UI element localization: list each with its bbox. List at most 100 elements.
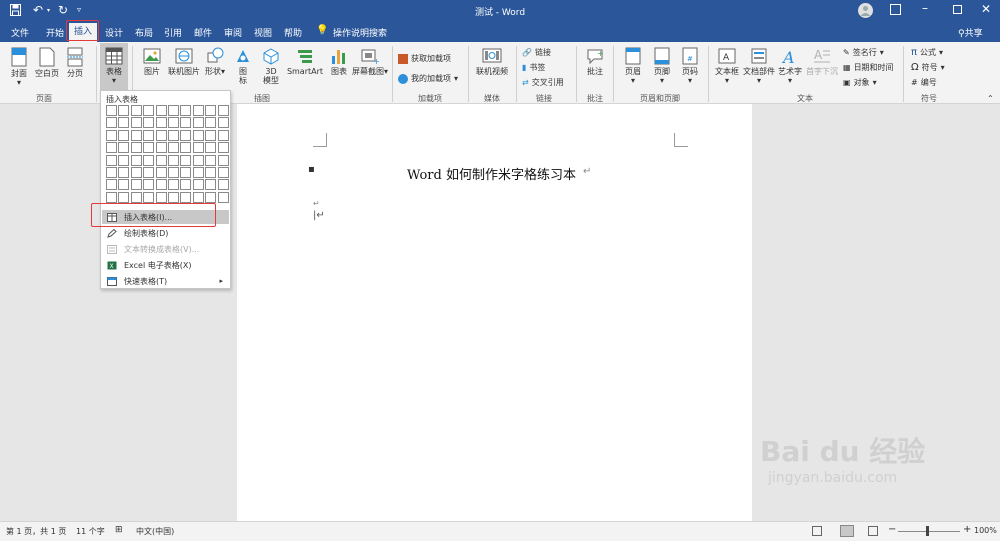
- table-grid-cell[interactable]: [118, 154, 130, 166]
- read-mode-icon[interactable]: [812, 526, 822, 536]
- comment-button[interactable]: + 批注: [583, 47, 607, 76]
- tab-help[interactable]: 帮助: [284, 26, 302, 39]
- table-grid-cell[interactable]: [155, 191, 167, 203]
- symbol-button[interactable]: Ω 符号 ▾: [911, 62, 945, 73]
- table-grid-cell[interactable]: [167, 129, 179, 141]
- link-button[interactable]: 🔗 链接: [522, 47, 551, 58]
- table-grid-cell[interactable]: [205, 166, 217, 178]
- table-grid-cell[interactable]: [217, 191, 229, 203]
- share-button[interactable]: ⚲共享: [958, 26, 983, 39]
- table-grid-cell[interactable]: [155, 129, 167, 141]
- table-grid-cell[interactable]: [155, 179, 167, 191]
- drop-cap-button[interactable]: A 首字下沉: [806, 47, 838, 76]
- table-grid-cell[interactable]: [180, 142, 192, 154]
- table-grid-cell[interactable]: [155, 105, 167, 116]
- language-indicator[interactable]: 中文(中国): [136, 526, 174, 537]
- table-grid-cell[interactable]: [192, 191, 204, 203]
- quick-parts-button[interactable]: 文档部件 ▾: [743, 47, 775, 85]
- date-time-button[interactable]: ▦ 日期和时间: [843, 62, 894, 73]
- table-grid-cell[interactable]: [118, 129, 130, 141]
- table-grid-cell[interactable]: [118, 166, 130, 178]
- table-grid-cell[interactable]: [106, 179, 117, 191]
- table-button[interactable]: 表格 ▾: [101, 47, 127, 85]
- document-heading[interactable]: Word 如何制作米字格练习本: [407, 164, 576, 183]
- proofing-icon[interactable]: ⊞: [115, 525, 123, 535]
- table-grid-cell[interactable]: [143, 154, 155, 166]
- menu-text-to-table[interactable]: 文本转换成表格(V)...: [102, 242, 229, 256]
- table-grid-cell[interactable]: [180, 117, 192, 129]
- table-grid-cell[interactable]: [205, 179, 217, 191]
- table-grid-cell[interactable]: [130, 142, 142, 154]
- header-button[interactable]: 页眉 ▾: [622, 47, 644, 85]
- table-grid-cell[interactable]: [167, 179, 179, 191]
- table-grid-cell[interactable]: [205, 154, 217, 166]
- shapes-button[interactable]: 形状▾: [204, 47, 226, 76]
- wordart-button[interactable]: A 艺术字 ▾: [777, 47, 803, 85]
- table-grid-cell[interactable]: [155, 117, 167, 129]
- numbering-button[interactable]: # 编号: [911, 77, 937, 88]
- menu-quick-tables[interactable]: 快速表格(T) ▸: [102, 274, 229, 288]
- table-grid-cell[interactable]: [217, 142, 229, 154]
- table-grid-cell[interactable]: [130, 129, 142, 141]
- table-grid-cell[interactable]: [180, 154, 192, 166]
- online-video-button[interactable]: 联机视频: [474, 47, 510, 76]
- table-grid-cell[interactable]: [217, 105, 229, 116]
- tab-mailings[interactable]: 邮件: [194, 26, 212, 39]
- table-grid-cell[interactable]: [143, 105, 155, 116]
- table-grid-cell[interactable]: [217, 129, 229, 141]
- table-grid-cell[interactable]: [106, 105, 117, 116]
- table-grid-cell[interactable]: [167, 117, 179, 129]
- table-grid-cell[interactable]: [192, 166, 204, 178]
- tab-view[interactable]: 视图: [254, 26, 272, 39]
- table-grid-cell[interactable]: [167, 166, 179, 178]
- table-grid-cell[interactable]: [205, 129, 217, 141]
- zoom-in-icon[interactable]: +: [963, 524, 971, 535]
- zoom-level[interactable]: 100%: [974, 526, 997, 535]
- bookmark-button[interactable]: ▮ 书签: [522, 62, 545, 73]
- 3d-models-button[interactable]: 3D 模型: [260, 47, 282, 85]
- table-grid-cell[interactable]: [118, 142, 130, 154]
- table-grid-cell[interactable]: [130, 166, 142, 178]
- table-grid-cell[interactable]: [205, 105, 217, 116]
- my-addins-button[interactable]: 我的加载项 ▾: [398, 73, 458, 84]
- object-button[interactable]: ▣ 对象 ▾: [843, 77, 877, 88]
- table-grid-cell[interactable]: [106, 117, 117, 129]
- zoom-slider-thumb[interactable]: [926, 526, 929, 536]
- screenshot-button[interactable]: + 屏幕截图▾: [352, 47, 388, 76]
- page-number-button[interactable]: # 页码 ▾: [679, 47, 701, 85]
- table-grid-cell[interactable]: [155, 154, 167, 166]
- cross-reference-button[interactable]: ⇄ 交叉引用: [522, 77, 564, 88]
- table-grid-cell[interactable]: [143, 129, 155, 141]
- page-break-button[interactable]: 分页: [64, 47, 86, 78]
- online-picture-button[interactable]: 联机图片: [167, 47, 201, 76]
- chart-button[interactable]: 图表: [328, 47, 350, 76]
- word-count[interactable]: 11 个字: [76, 526, 105, 537]
- table-grid-cell[interactable]: [167, 105, 179, 116]
- web-layout-icon[interactable]: [868, 526, 878, 536]
- blank-page-button[interactable]: 空白页: [35, 47, 59, 78]
- table-grid-cell[interactable]: [106, 154, 117, 166]
- table-grid-cell[interactable]: [217, 154, 229, 166]
- table-grid-cell[interactable]: [167, 154, 179, 166]
- footer-button[interactable]: 页脚 ▾: [651, 47, 673, 85]
- table-grid-cell[interactable]: [106, 166, 117, 178]
- page-count[interactable]: 第 1 页，共 1 页: [6, 526, 66, 537]
- zoom-slider[interactable]: [898, 531, 960, 532]
- table-grid-cell[interactable]: [192, 117, 204, 129]
- table-grid-cell[interactable]: [180, 129, 192, 141]
- table-grid-cell[interactable]: [143, 166, 155, 178]
- get-addins-button[interactable]: 获取加载项: [398, 53, 451, 64]
- tab-design[interactable]: 设计: [105, 26, 123, 39]
- table-grid-cell[interactable]: [167, 191, 179, 203]
- document-page[interactable]: ▪ Word 如何制作米字格练习本 ↵ ↵ |↵: [237, 104, 752, 521]
- table-grid-cell[interactable]: [167, 142, 179, 154]
- minimize-icon[interactable]: –: [922, 1, 928, 15]
- menu-excel-spreadsheet[interactable]: X Excel 电子表格(X): [102, 258, 229, 272]
- table-size-grid[interactable]: [106, 105, 229, 203]
- table-grid-cell[interactable]: [217, 179, 229, 191]
- table-grid-cell[interactable]: [192, 179, 204, 191]
- table-grid-cell[interactable]: [205, 191, 217, 203]
- table-grid-cell[interactable]: [155, 166, 167, 178]
- table-grid-cell[interactable]: [180, 179, 192, 191]
- tab-file[interactable]: 文件: [11, 26, 29, 39]
